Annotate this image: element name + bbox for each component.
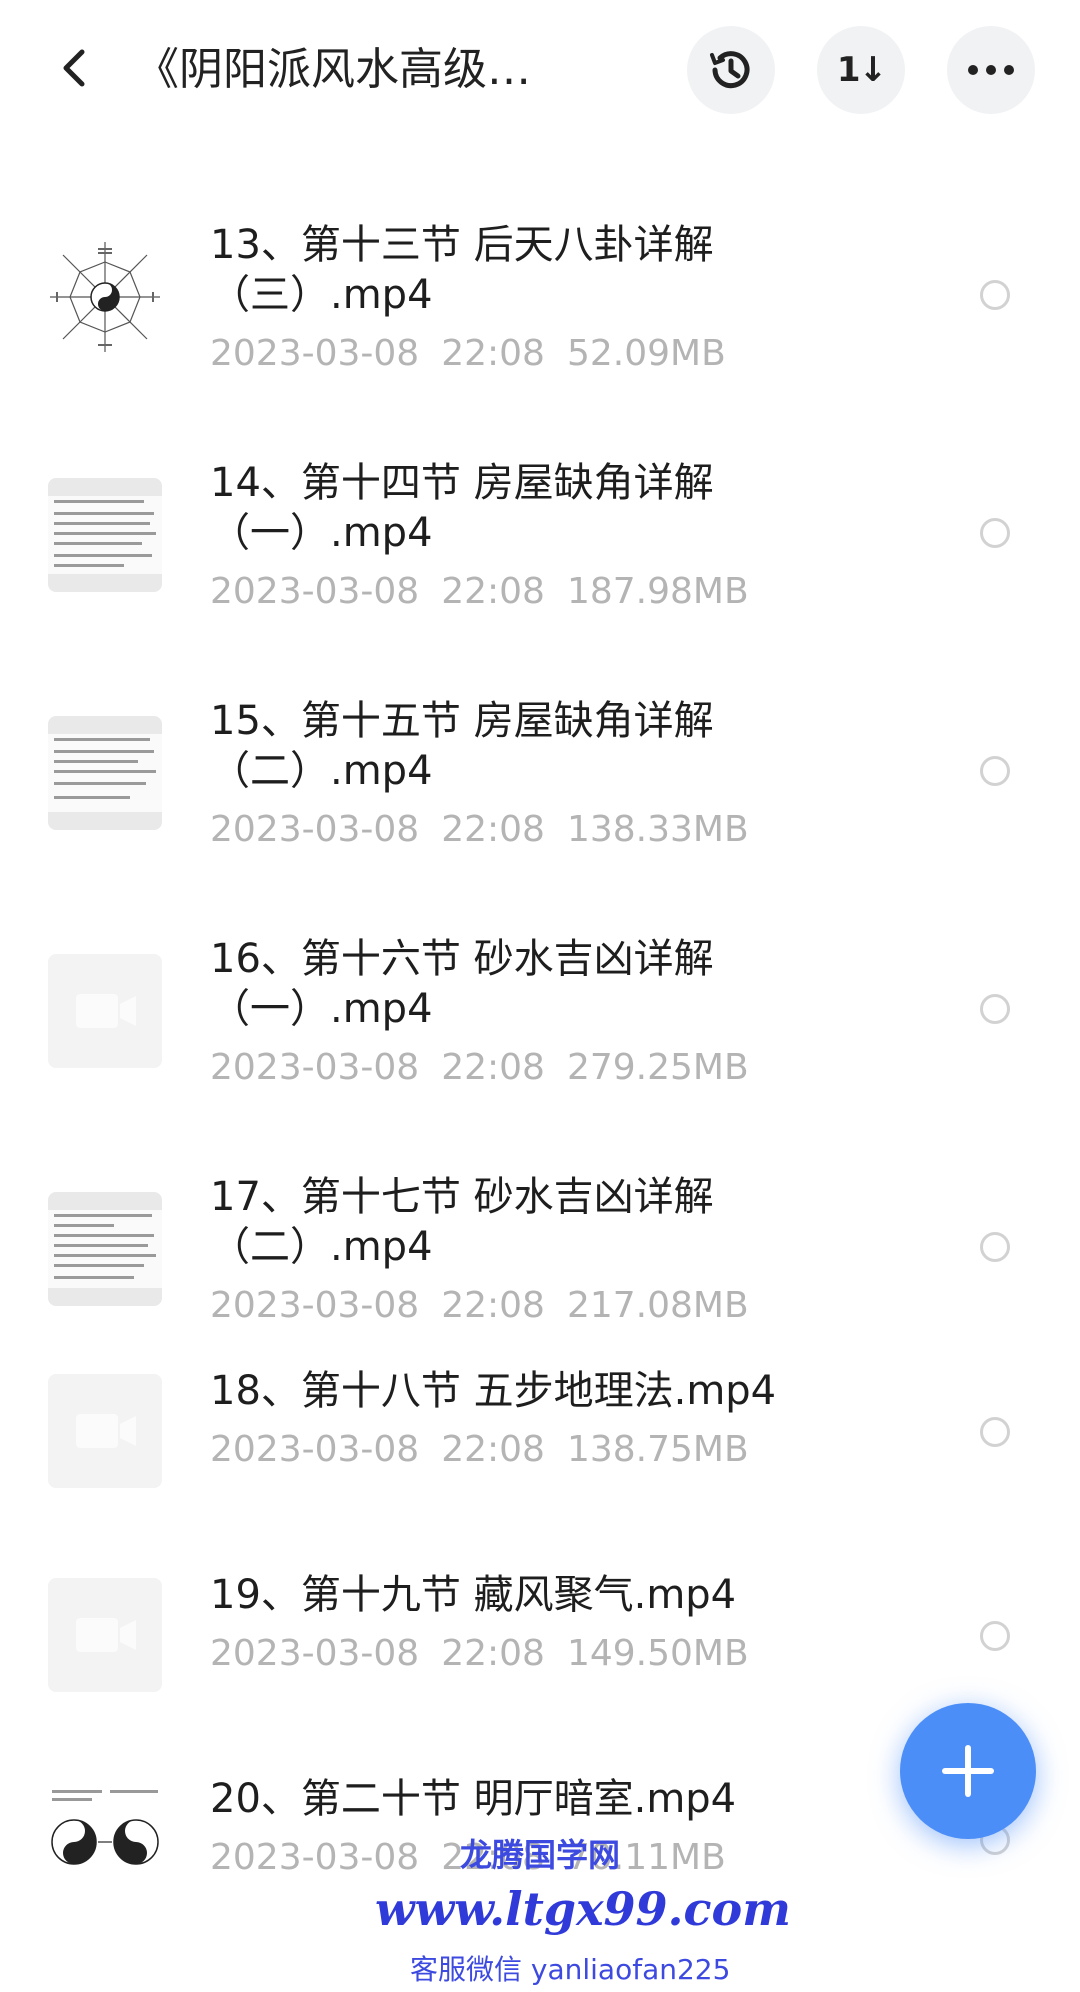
select-radio[interactable] [980, 756, 1010, 786]
file-thumbnail [48, 240, 162, 354]
file-name: 18、第十八节 五步地理法.mp4 [210, 1368, 777, 1414]
file-date: 2023-03-08 [210, 571, 420, 612]
list-item[interactable]: 13、第十三节 后天八卦详解（三）.mp4 2023-03-08 22:08 52.… [0, 180, 1080, 410]
file-size: 149.50MB [566, 1633, 749, 1674]
file-date: 2023-03-08 [210, 809, 420, 850]
file-size: 279.25MB [566, 1047, 749, 1088]
file-size: 138.75MB [566, 1429, 749, 1470]
select-radio[interactable] [980, 518, 1010, 548]
watermark: 龙腾国学网 www.ltgx99.com 客服微信 yanliaofan225 [0, 1820, 1080, 1992]
file-meta: 2023-03-08 22:08 187.98MB [210, 570, 771, 614]
file-thumbnail [48, 1192, 162, 1306]
video-file-icon [76, 1618, 136, 1652]
video-file-icon [76, 994, 136, 1028]
watermark-url: www.ltgx99.com [375, 1882, 791, 1936]
file-date: 2023-03-08 [210, 1633, 420, 1674]
file-name: 17、第十七节 砂水吉凶详解（二）.mp4 [210, 1174, 714, 1270]
document-preview-icon [48, 496, 162, 574]
history-icon [710, 51, 750, 89]
file-name: 20、第二十节 明厅暗室.mp4 [210, 1776, 737, 1822]
file-date: 2023-03-08 [210, 1429, 420, 1470]
video-file-icon [76, 1414, 136, 1448]
file-time: 22:08 [441, 1285, 545, 1326]
select-radio[interactable] [980, 1621, 1010, 1651]
bagua-thumbnail-icon [50, 242, 160, 352]
back-arrow-icon [63, 49, 85, 87]
file-name: 14、第十四节 房屋缺角详解（一）.mp4 [210, 460, 714, 556]
file-name: 15、第十五节 房屋缺角详解（二）.mp4 [210, 698, 714, 794]
select-radio[interactable] [980, 1232, 1010, 1262]
file-time: 22:08 [441, 1429, 545, 1470]
file-date: 2023-03-08 [210, 1285, 420, 1326]
file-time: 22:08 [441, 571, 545, 612]
file-time: 22:08 [441, 1047, 545, 1088]
file-name: 16、第十六节 砂水吉凶详解（一）.mp4 [210, 936, 714, 1032]
file-name: 19、第十九节 藏风聚气.mp4 [210, 1572, 737, 1618]
sort-icon: 1↓ [836, 50, 887, 90]
back-button[interactable] [44, 38, 104, 98]
file-time: 22:08 [441, 809, 545, 850]
select-radio[interactable] [980, 1417, 1010, 1447]
select-radio[interactable] [980, 280, 1010, 310]
file-date: 2023-03-08 [210, 1047, 420, 1088]
top-bar: 《阴阳派风水高级… 1↓ [0, 0, 1080, 140]
history-button[interactable] [687, 26, 775, 114]
plus-icon [942, 1745, 994, 1797]
file-size: 138.33MB [566, 809, 749, 850]
watermark-contact: 客服微信 yanliaofan225 [410, 1953, 731, 1986]
sort-button[interactable]: 1↓ [817, 26, 905, 114]
list-item[interactable]: 14、第十四节 房屋缺角详解（一）.mp4 2023-03-08 22:08 187… [0, 418, 1080, 648]
file-date: 2023-03-08 [210, 333, 420, 374]
file-thumbnail [48, 716, 162, 830]
more-button[interactable] [947, 26, 1035, 114]
file-meta: 2023-03-08 22:08 138.75MB [210, 1428, 771, 1472]
file-thumbnail [48, 1578, 162, 1692]
page-title: 《阴阳派风水高级… [135, 44, 531, 95]
file-thumbnail [48, 478, 162, 592]
list-item[interactable]: 15、第十五节 房屋缺角详解（二）.mp4 2023-03-08 22:08 138… [0, 656, 1080, 886]
list-item[interactable]: 16、第十六节 砂水吉凶详解（一）.mp4 2023-03-08 22:08 279… [0, 894, 1080, 1124]
file-meta: 2023-03-08 22:08 149.50MB [210, 1632, 771, 1676]
file-meta: 2023-03-08 22:08 52.09MB [210, 332, 748, 376]
file-thumbnail [48, 954, 162, 1068]
file-meta: 2023-03-08 22:08 138.33MB [210, 808, 771, 852]
more-icon [968, 65, 1014, 75]
add-button[interactable] [900, 1703, 1036, 1839]
document-preview-icon [48, 1210, 162, 1288]
file-size: 52.09MB [566, 333, 726, 374]
file-size: 187.98MB [566, 571, 749, 612]
file-size: 217.08MB [566, 1285, 749, 1326]
file-thumbnail [48, 1374, 162, 1488]
list-item[interactable]: 17、第十七节 砂水吉凶详解（二）.mp4 2023-03-08 22:08 217… [0, 1132, 1080, 1362]
file-meta: 2023-03-08 22:08 279.25MB [210, 1046, 771, 1090]
file-name: 13、第十三节 后天八卦详解（三）.mp4 [210, 222, 714, 318]
list-item[interactable]: 18、第十八节 五步地理法.mp4 2023-03-08 22:08 138.75M… [0, 1368, 1080, 1560]
file-time: 22:08 [441, 333, 545, 374]
watermark-site-name: 龙腾国学网 [460, 1836, 621, 1874]
select-radio[interactable] [980, 994, 1010, 1024]
file-meta: 2023-03-08 22:08 217.08MB [210, 1284, 771, 1328]
document-preview-icon [48, 734, 162, 812]
file-time: 22:08 [441, 1633, 545, 1674]
